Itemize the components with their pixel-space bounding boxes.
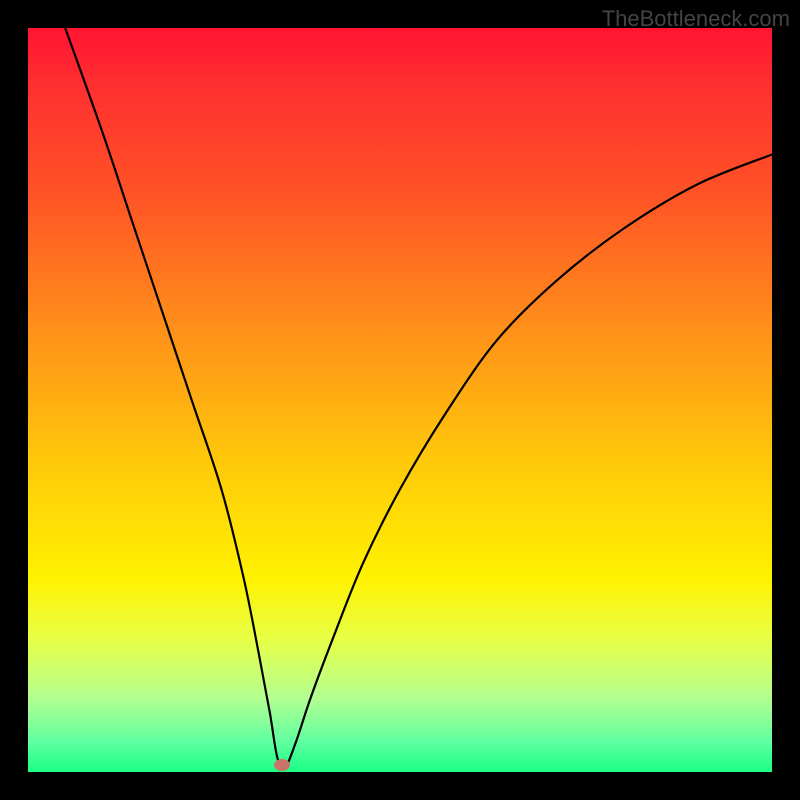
bottleneck-curve [65, 28, 772, 769]
curve-svg [28, 28, 772, 772]
watermark-text: TheBottleneck.com [602, 6, 790, 32]
chart-frame: TheBottleneck.com [0, 0, 800, 800]
plot-area [28, 28, 772, 772]
minimum-marker [274, 759, 290, 771]
